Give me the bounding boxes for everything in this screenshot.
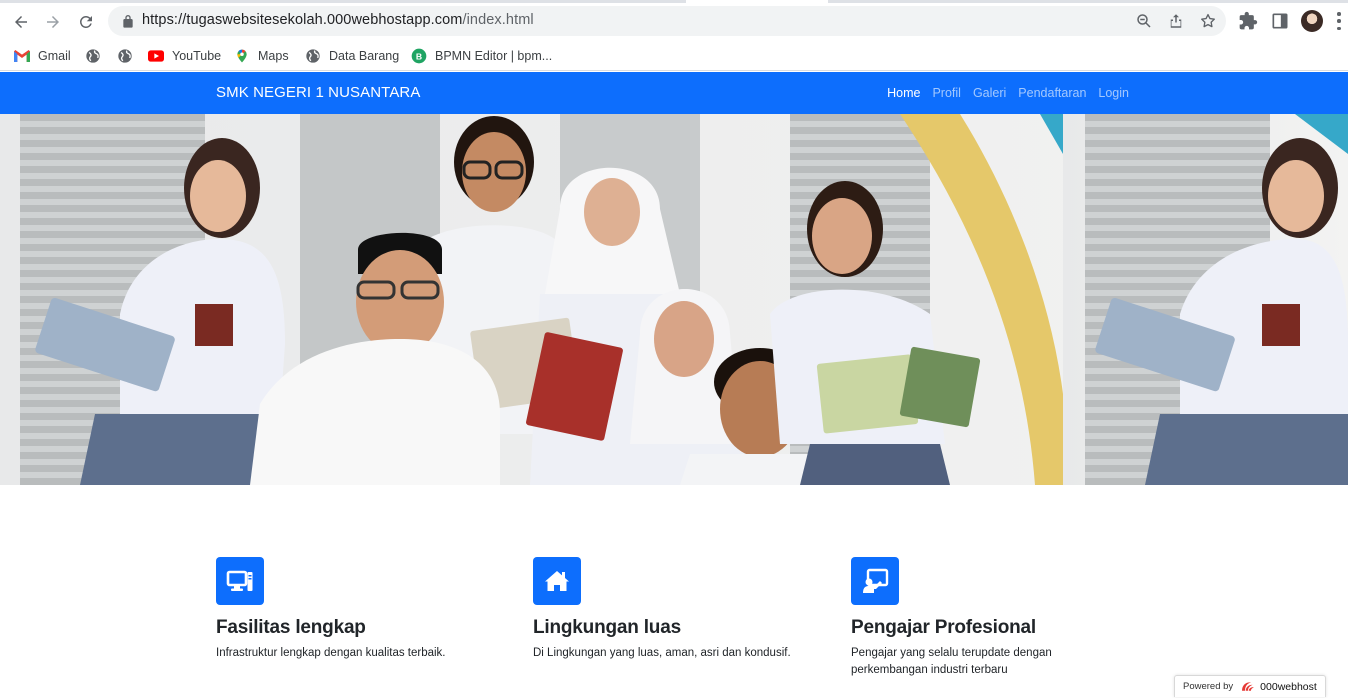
feature-title: Lingkungan luas (533, 617, 681, 638)
hero-photo-illustration (0, 114, 1348, 485)
bookmark-star-icon[interactable] (1199, 12, 1217, 30)
nav-profil[interactable]: Profil (932, 86, 960, 100)
bookmark-label: Data Barang (329, 49, 400, 63)
hero-image (0, 114, 1348, 485)
nav-home[interactable]: Home (887, 86, 920, 100)
bookmark-gmail[interactable]: Gmail (14, 45, 71, 67)
address-bar[interactable]: https://tugaswebsitesekolah.000webhostap… (108, 6, 1226, 36)
feature-card-lingkungan: Lingkungan luas Di Lingkungan yang luas,… (533, 557, 793, 662)
features-section: Fasilitas lengkap Infrastruktur lengkap … (0, 485, 1348, 698)
bookmark-label: Maps (258, 49, 289, 63)
bookmark-globe-1[interactable] (85, 45, 109, 67)
profile-avatar[interactable] (1301, 10, 1323, 32)
side-panel-icon[interactable] (1270, 11, 1290, 31)
bookmark-maps[interactable]: Maps (234, 45, 289, 67)
bookmark-data-barang[interactable]: Data Barang (305, 45, 399, 67)
globe-icon (117, 48, 133, 64)
feature-title: Fasilitas lengkap (216, 617, 366, 638)
bookmark-bpmn-editor[interactable]: B BPMN Editor | bpm... (411, 45, 552, 67)
maps-icon (234, 48, 250, 64)
globe-icon (85, 48, 101, 64)
globe-icon (305, 48, 321, 64)
svg-text:B: B (416, 51, 422, 61)
back-arrow-icon (15, 16, 27, 28)
forward-button[interactable] (40, 9, 66, 35)
back-button[interactable] (8, 9, 34, 35)
share-icon[interactable] (1167, 12, 1185, 30)
url-text: https://tugaswebsitesekolah.000webhostap… (142, 12, 534, 28)
teacher-icon (851, 557, 899, 605)
reload-button[interactable] (73, 9, 99, 35)
browser-menu-icon[interactable] (1336, 12, 1342, 30)
lock-icon (123, 15, 133, 28)
nav-pendaftaran[interactable]: Pendaftaran (1018, 86, 1086, 100)
nav-login[interactable]: Login (1098, 86, 1129, 100)
webhost-label: 000webhost (1260, 680, 1317, 693)
powered-by-badge[interactable]: Powered by 000webhost (1174, 675, 1326, 697)
webhost-logo-icon (1242, 681, 1255, 691)
feature-card-pengajar: Pengajar Profesional Pengajar yang selal… (851, 557, 1111, 679)
bpmn-icon: B (411, 48, 427, 64)
nav-galeri[interactable]: Galeri (973, 86, 1006, 100)
extensions-icon[interactable] (1238, 11, 1258, 31)
url-main: https://tugaswebsitesekolah.000webhostap… (142, 12, 463, 28)
site-navbar: SMK NEGERI 1 NUSANTARA Home Profil Galer… (0, 72, 1348, 114)
house-icon (533, 557, 581, 605)
bookmark-label: BPMN Editor | bpm... (435, 49, 553, 63)
bookmarks-bar: Gmail YouTube Maps Data Barang B BPMN Ed… (0, 42, 1348, 71)
url-path: /index.html (462, 12, 534, 28)
reload-icon (79, 15, 92, 28)
feature-text: Infrastruktur lengkap dengan kualitas te… (216, 647, 446, 659)
site-brand[interactable]: SMK NEGERI 1 NUSANTARA (216, 84, 420, 101)
computer-icon (216, 557, 264, 605)
powered-by-label: Powered by (1183, 681, 1234, 692)
feature-title: Pengajar Profesional (851, 617, 1037, 638)
bookmark-label: Gmail (38, 49, 71, 63)
browser-toolbar: https://tugaswebsitesekolah.000webhostap… (0, 0, 1348, 42)
youtube-icon (148, 48, 164, 64)
bookmark-globe-2[interactable] (117, 45, 141, 67)
webhost-logo: 000webhost (1239, 680, 1317, 694)
feature-card-fasilitas: Fasilitas lengkap Infrastruktur lengkap … (216, 557, 476, 662)
zoom-icon[interactable] (1135, 12, 1153, 30)
feature-text: Di Lingkungan yang luas, aman, asri dan … (533, 647, 791, 659)
bookmark-youtube[interactable]: YouTube (148, 45, 221, 67)
forward-arrow-icon (47, 16, 59, 28)
tab-strip-edge (0, 0, 1348, 3)
feature-text: Pengajar yang selalu terupdate dengan pe… (851, 647, 1052, 676)
nav-links: Home Profil Galeri Pendaftaran Login (887, 86, 1129, 100)
gmail-icon (14, 48, 30, 64)
bookmark-label: YouTube (172, 49, 222, 63)
